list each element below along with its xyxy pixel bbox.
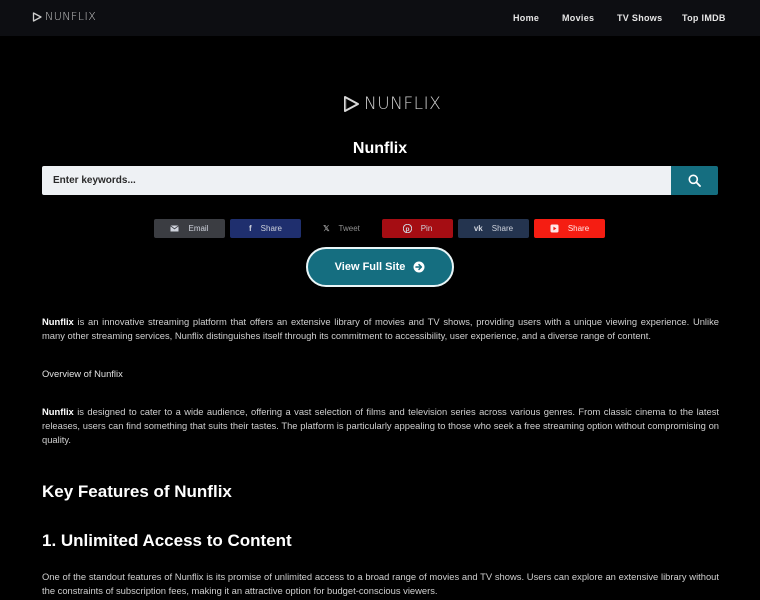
share-facebook-label: Share [260, 224, 283, 233]
feature-1-heading: 1. Unlimited Access to Content [42, 531, 292, 550]
play-logo-icon [344, 96, 359, 112]
nav-tv-shows[interactable]: TV Shows [617, 13, 662, 23]
share-x-button[interactable]: 𝕏 Tweet [306, 219, 377, 238]
view-full-site-button[interactable]: View Full Site [306, 247, 454, 287]
share-email-label: Email [188, 224, 209, 233]
search-button[interactable] [671, 166, 718, 195]
share-facebook-button[interactable]: f Share [230, 219, 301, 238]
intro-text: is an innovative streaming platform that… [42, 316, 719, 341]
share-pinterest-button[interactable]: p Pin [382, 219, 453, 238]
overview-paragraph: Nunflix is designed to cater to a wide a… [42, 405, 719, 447]
search-icon [688, 174, 701, 187]
feature-1-paragraph: One of the standout features of Nunflix … [42, 571, 719, 596]
share-pinterest-label: Pin [420, 224, 433, 233]
view-full-site-label: View Full Site [334, 261, 406, 273]
intro-brand: Nunflix [42, 316, 74, 327]
share-youtube-button[interactable]: Share [534, 219, 605, 238]
share-youtube-label: Share [567, 224, 590, 233]
play-logo-icon [32, 11, 42, 22]
nav-top-imdb[interactable]: Top IMDB [682, 13, 726, 23]
overview-text: is designed to cater to a wide audience,… [42, 406, 719, 445]
overview-brand: Nunflix [42, 406, 74, 417]
pinterest-icon: p [402, 224, 412, 233]
share-vk-button[interactable]: vk Share [458, 219, 529, 238]
overview-heading: Overview of Nunflix [42, 368, 123, 379]
hero-logo-text: NUNFLIX [364, 94, 442, 114]
youtube-icon [550, 224, 559, 233]
search-input[interactable] [42, 166, 671, 195]
x-icon: 𝕏 [323, 224, 330, 233]
share-vk-label: Share [491, 224, 514, 233]
share-email-button[interactable]: Email [154, 219, 225, 238]
svg-text:p: p [405, 226, 409, 233]
vk-icon: vk [473, 224, 483, 233]
features-heading: Key Features of Nunflix [42, 482, 232, 501]
share-x-label: Tweet [338, 224, 360, 233]
page-title: Nunflix [352, 140, 408, 157]
intro-paragraph: Nunflix is an innovative streaming platf… [42, 315, 719, 343]
search-bar [42, 166, 718, 195]
hero-logo: NUNFLIX [342, 94, 441, 114]
header-logo-text: NUNFLIX [45, 10, 97, 23]
arrow-circle-right-icon [413, 261, 425, 273]
nav-movies[interactable]: Movies [562, 13, 594, 23]
header-logo[interactable]: NUNFLIX [32, 10, 96, 23]
envelope-icon [170, 225, 180, 232]
facebook-icon: f [248, 224, 252, 233]
top-navbar: NUNFLIX Home Movies TV Shows Top IMDB [0, 0, 760, 36]
nav-home[interactable]: Home [513, 13, 539, 23]
